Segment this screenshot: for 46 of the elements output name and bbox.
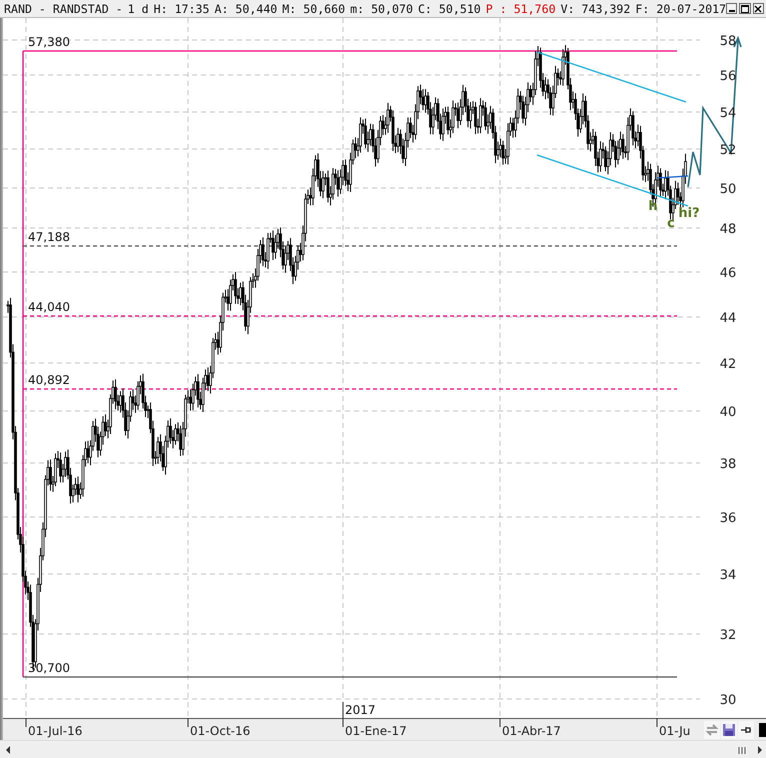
x-axis-label: 01-Oct-16 — [190, 724, 250, 738]
minimize-icon — [728, 10, 735, 12]
save-icon[interactable] — [721, 721, 737, 739]
quote-field: m: 50,070 — [350, 2, 413, 16]
quote-field: P : 51,760 — [486, 2, 556, 16]
level-label: 57,380 — [28, 35, 70, 49]
quote-field: H: 17:35 — [154, 2, 210, 16]
quote-field: A: 50,440 — [214, 2, 278, 16]
close-button[interactable] — [752, 3, 764, 14]
period-label: 1 d — [128, 2, 149, 16]
quote-field: C: 50,510 — [418, 2, 481, 16]
y-axis-label: 36 — [720, 511, 736, 526]
x-axis-label: 01-Ene-17 — [345, 724, 407, 738]
level-label: 30,700 — [28, 661, 70, 675]
wave-label: hi? — [678, 206, 700, 221]
x-axis-label: 01-Ju — [659, 724, 690, 738]
x-axis-label: 01-Abr-17 — [502, 724, 561, 738]
y-axis-label: 34 — [720, 568, 736, 583]
wave-label: h — [648, 199, 658, 214]
close-icon — [754, 4, 762, 12]
quote-field: V: 743,392 — [560, 2, 630, 16]
year-label: 2017 — [345, 703, 376, 717]
pin-icon[interactable] — [738, 721, 754, 739]
y-axis-label: 58 — [720, 34, 736, 49]
minimize-button[interactable] — [726, 3, 738, 14]
y-axis-label: 42 — [720, 357, 736, 372]
y-axis-label: 40 — [720, 405, 736, 420]
y-axis-label: 30 — [720, 693, 736, 708]
level-label: 40,892 — [28, 373, 70, 387]
y-axis-label: 32 — [720, 628, 736, 643]
x-axis-label: 01-Jul-16 — [28, 724, 82, 738]
symbol-name: RAND - RANDSTAD - — [4, 2, 123, 16]
quote-field: F: 20-07-2017 — [635, 2, 726, 16]
y-axis-label: 38 — [720, 457, 736, 472]
y-axis-label: 50 — [720, 182, 736, 197]
y-axis-label: 48 — [720, 222, 736, 237]
level-label: 47,188 — [28, 230, 70, 244]
wave-label: c — [667, 216, 675, 231]
y-axis-label: 44 — [720, 311, 736, 326]
maximize-button[interactable] — [739, 3, 751, 14]
right-arrow-icon — [757, 746, 763, 754]
level-label: 44,040 — [28, 300, 70, 314]
y-axis-label: 46 — [720, 266, 736, 281]
left-arrow-icon — [5, 746, 11, 754]
quote-field: M: 50,660 — [282, 2, 346, 16]
maximize-icon — [741, 4, 750, 12]
